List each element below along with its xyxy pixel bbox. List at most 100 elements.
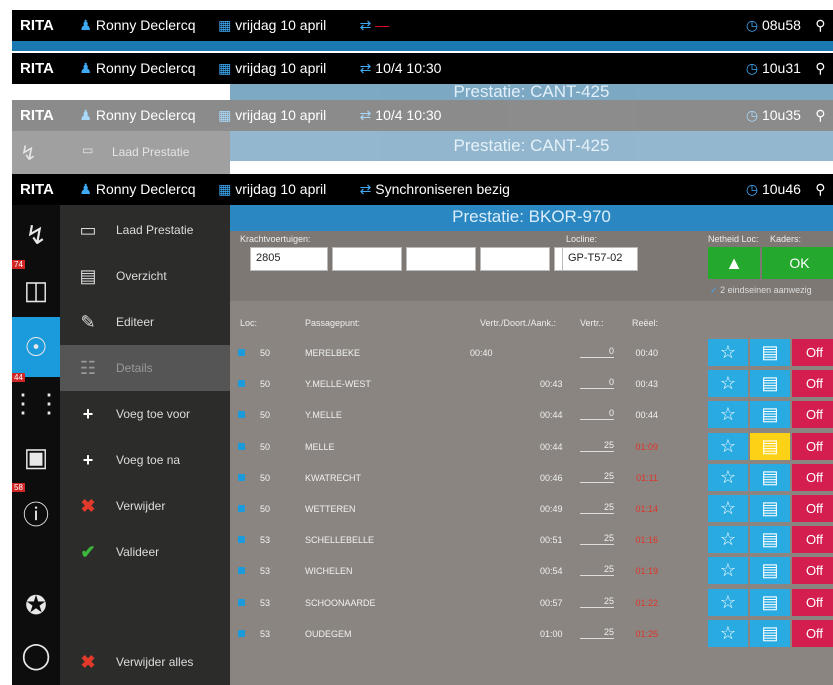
cell-loc: 50 (260, 348, 271, 358)
star-button[interactable]: ☆ (708, 557, 748, 585)
star-button[interactable]: ☆ (708, 401, 748, 429)
star-button[interactable]: ☆ (708, 619, 748, 647)
note-button[interactable]: ▤ (750, 495, 790, 522)
off-button[interactable]: Off (792, 495, 833, 522)
star-button[interactable]: ☆ (708, 432, 748, 460)
table-row[interactable]: 50 WETTEREN 00:49 25 01:14 ☆ ▤ Off (230, 493, 833, 524)
table-row[interactable]: 50 KWATRECHT 00:46 25 01:11 ☆ ▤ Off (230, 462, 833, 493)
table-row[interactable]: 53 WICHELEN 00:54 25 01:19 ☆ ▤ Off (230, 555, 833, 586)
search-icon[interactable]: ⚲ (815, 181, 833, 198)
cell-passagepunt: WICHELEN (305, 566, 353, 577)
note-button[interactable]: ▤ (750, 619, 790, 647)
status-bar: RITA ♟ Ronny Declercq ▦ vrijdag 10 april… (12, 10, 833, 41)
signals-icon[interactable]: 44 ⋮⋮ (12, 373, 62, 433)
note-button[interactable]: ▤ (750, 401, 790, 429)
train-icon[interactable]: ▣ (12, 427, 60, 487)
app-name: RITA (20, 181, 54, 198)
content-panel: Prestatie: BKOR-970 Krachtvoertuigen: 28… (230, 205, 833, 685)
search-icon[interactable]: ⚲ (815, 60, 833, 77)
off-button[interactable]: Off (792, 557, 833, 585)
user-icon: ♟ (79, 181, 92, 197)
ghost-title: Prestatie: CANT-425 (230, 84, 833, 100)
note-button[interactable]: ▤ (750, 588, 790, 616)
lightning-icon[interactable]: ↯ (12, 205, 60, 265)
star-button[interactable]: ☆ (708, 370, 748, 398)
table-row[interactable]: 50 MERELBEKE 00:40 0 00:40 ☆ ▤ Off (230, 337, 833, 368)
user-name[interactable]: ♟ Ronny Declercq (79, 107, 218, 124)
cell-vertr-input[interactable]: 25 (580, 471, 614, 483)
menu-editeer[interactable]: ✎ Editeer (60, 299, 230, 345)
table-row[interactable]: 50 Y.MELLE-WEST 00:43 0 00:43 ☆ ▤ Off (230, 368, 833, 399)
off-button[interactable]: Off (792, 339, 833, 366)
menu-verwijder-alles[interactable]: ✖ Verwijder alles (60, 639, 230, 685)
cell-vertr-input[interactable]: 25 (580, 627, 614, 639)
table-row[interactable]: 53 OUDEGEM 01:00 25 01:25 ☆ ▤ Off (230, 618, 833, 649)
info-icon[interactable]: 58 ⓘ (12, 483, 60, 543)
sync-status[interactable]: ⇄ Synchroniseren bezig (360, 181, 746, 198)
user-name[interactable]: ♟ Ronny Declercq (79, 60, 218, 77)
off-button[interactable]: Off (792, 463, 833, 491)
sync-status[interactable]: ⇄ 10/4 10:30 (360, 60, 746, 77)
cell-vertr-doort-aank: 00:40 (470, 348, 493, 358)
krachtvoertuig-field-1[interactable]: 2805 (250, 247, 328, 271)
table-row[interactable]: 50 Y.MELLE 00:44 0 00:44 ☆ ▤ Off (230, 399, 833, 430)
note-icon: ▤ (761, 466, 779, 487)
menu-voeg-toe-voor[interactable]: + Voeg toe voor (60, 391, 230, 437)
star-button[interactable]: ☆ (708, 495, 748, 522)
menu-details: ☷ Details (60, 345, 230, 391)
date: ▦ vrijdag 10 april (218, 181, 327, 197)
star-button[interactable]: ☆ (708, 463, 748, 491)
toolbox-icon[interactable]: 74 ◫ (12, 260, 60, 320)
krachtvoertuig-field-2[interactable] (332, 247, 402, 271)
note-button[interactable]: ▤ (750, 339, 790, 366)
cell-vertr-input[interactable]: 25 (580, 596, 614, 608)
table-row[interactable]: 50 MELLE 00:44 25 01:09 ☆ ▤ Off (230, 431, 833, 462)
note-button[interactable]: ▤ (750, 370, 790, 398)
note-button[interactable]: ▤ (750, 432, 790, 460)
note-button[interactable]: ▤ (750, 526, 790, 554)
status-bar: RITA ♟ Ronny Declercq ▦ vrijdag 10 april… (12, 53, 833, 84)
star-icon: ☆ (719, 591, 737, 612)
sync-status[interactable]: ⇄ 10/4 10:30 (360, 107, 746, 124)
user-name[interactable]: ♟ Ronny Declercq (79, 181, 218, 198)
table-row[interactable]: 53 SCHELLEBELLE 00:51 25 01:16 ☆ ▤ Off (230, 524, 833, 555)
search-icon[interactable]: ⚲ (815, 17, 833, 34)
off-button[interactable]: Off (792, 619, 833, 647)
note-button[interactable]: ▤ (750, 463, 790, 491)
cell-vertr-input[interactable]: 25 (580, 564, 614, 577)
locline-field[interactable]: GP-T57-02 (562, 247, 638, 271)
krachtvoertuig-field-3[interactable] (406, 247, 476, 271)
cell-vertr-input[interactable]: 25 (580, 533, 614, 546)
menu-valideer[interactable]: ✔ Valideer (60, 529, 230, 575)
col-reeel: Reëel: (632, 318, 659, 328)
menu-verwijder[interactable]: ✖ Verwijder (60, 483, 230, 529)
users-icon[interactable]: ☉ (12, 317, 60, 377)
off-button[interactable]: Off (792, 526, 833, 554)
menu-voeg-toe-na[interactable]: + Voeg toe na (60, 437, 230, 483)
ok-button[interactable]: OK (762, 247, 833, 279)
off-button[interactable]: Off (792, 432, 833, 460)
search-icon[interactable]: ⚲ (815, 107, 833, 124)
menu-laad-prestatie[interactable]: ▭ Laad Prestatie (60, 207, 230, 253)
krachtvoertuig-field-4[interactable] (480, 247, 550, 271)
off-button[interactable]: Off (792, 370, 833, 398)
calendar-icon: ▦ (218, 107, 232, 123)
off-button[interactable]: Off (792, 588, 833, 616)
note-button[interactable]: ▤ (750, 557, 790, 585)
star-button[interactable]: ☆ (708, 588, 748, 616)
menu-overzicht[interactable]: ▤ Overzicht (60, 253, 230, 299)
star-button[interactable]: ☆ (708, 526, 748, 554)
sync-status[interactable]: ⇄ — (360, 17, 746, 34)
cell-vertr-input[interactable]: 0 (580, 377, 614, 390)
calendar-icon: ▦ (218, 60, 232, 76)
cell-vertr-input[interactable]: 25 (580, 440, 614, 452)
off-button[interactable]: Off (792, 401, 833, 429)
user-name[interactable]: ♟ Ronny Declercq (79, 17, 218, 34)
cell-vertr-input[interactable]: 25 (580, 502, 614, 514)
cell-passagepunt: Y.MELLE (305, 410, 342, 421)
table-row[interactable]: 53 SCHOONAARDE 00:57 25 01:22 ☆ ▤ Off (230, 587, 833, 618)
thumbs-up-button[interactable]: ▲ (708, 247, 760, 279)
cell-vertr-input[interactable]: 0 (580, 346, 614, 358)
cell-vertr-input[interactable]: 0 (580, 408, 614, 421)
star-button[interactable]: ☆ (708, 339, 748, 366)
